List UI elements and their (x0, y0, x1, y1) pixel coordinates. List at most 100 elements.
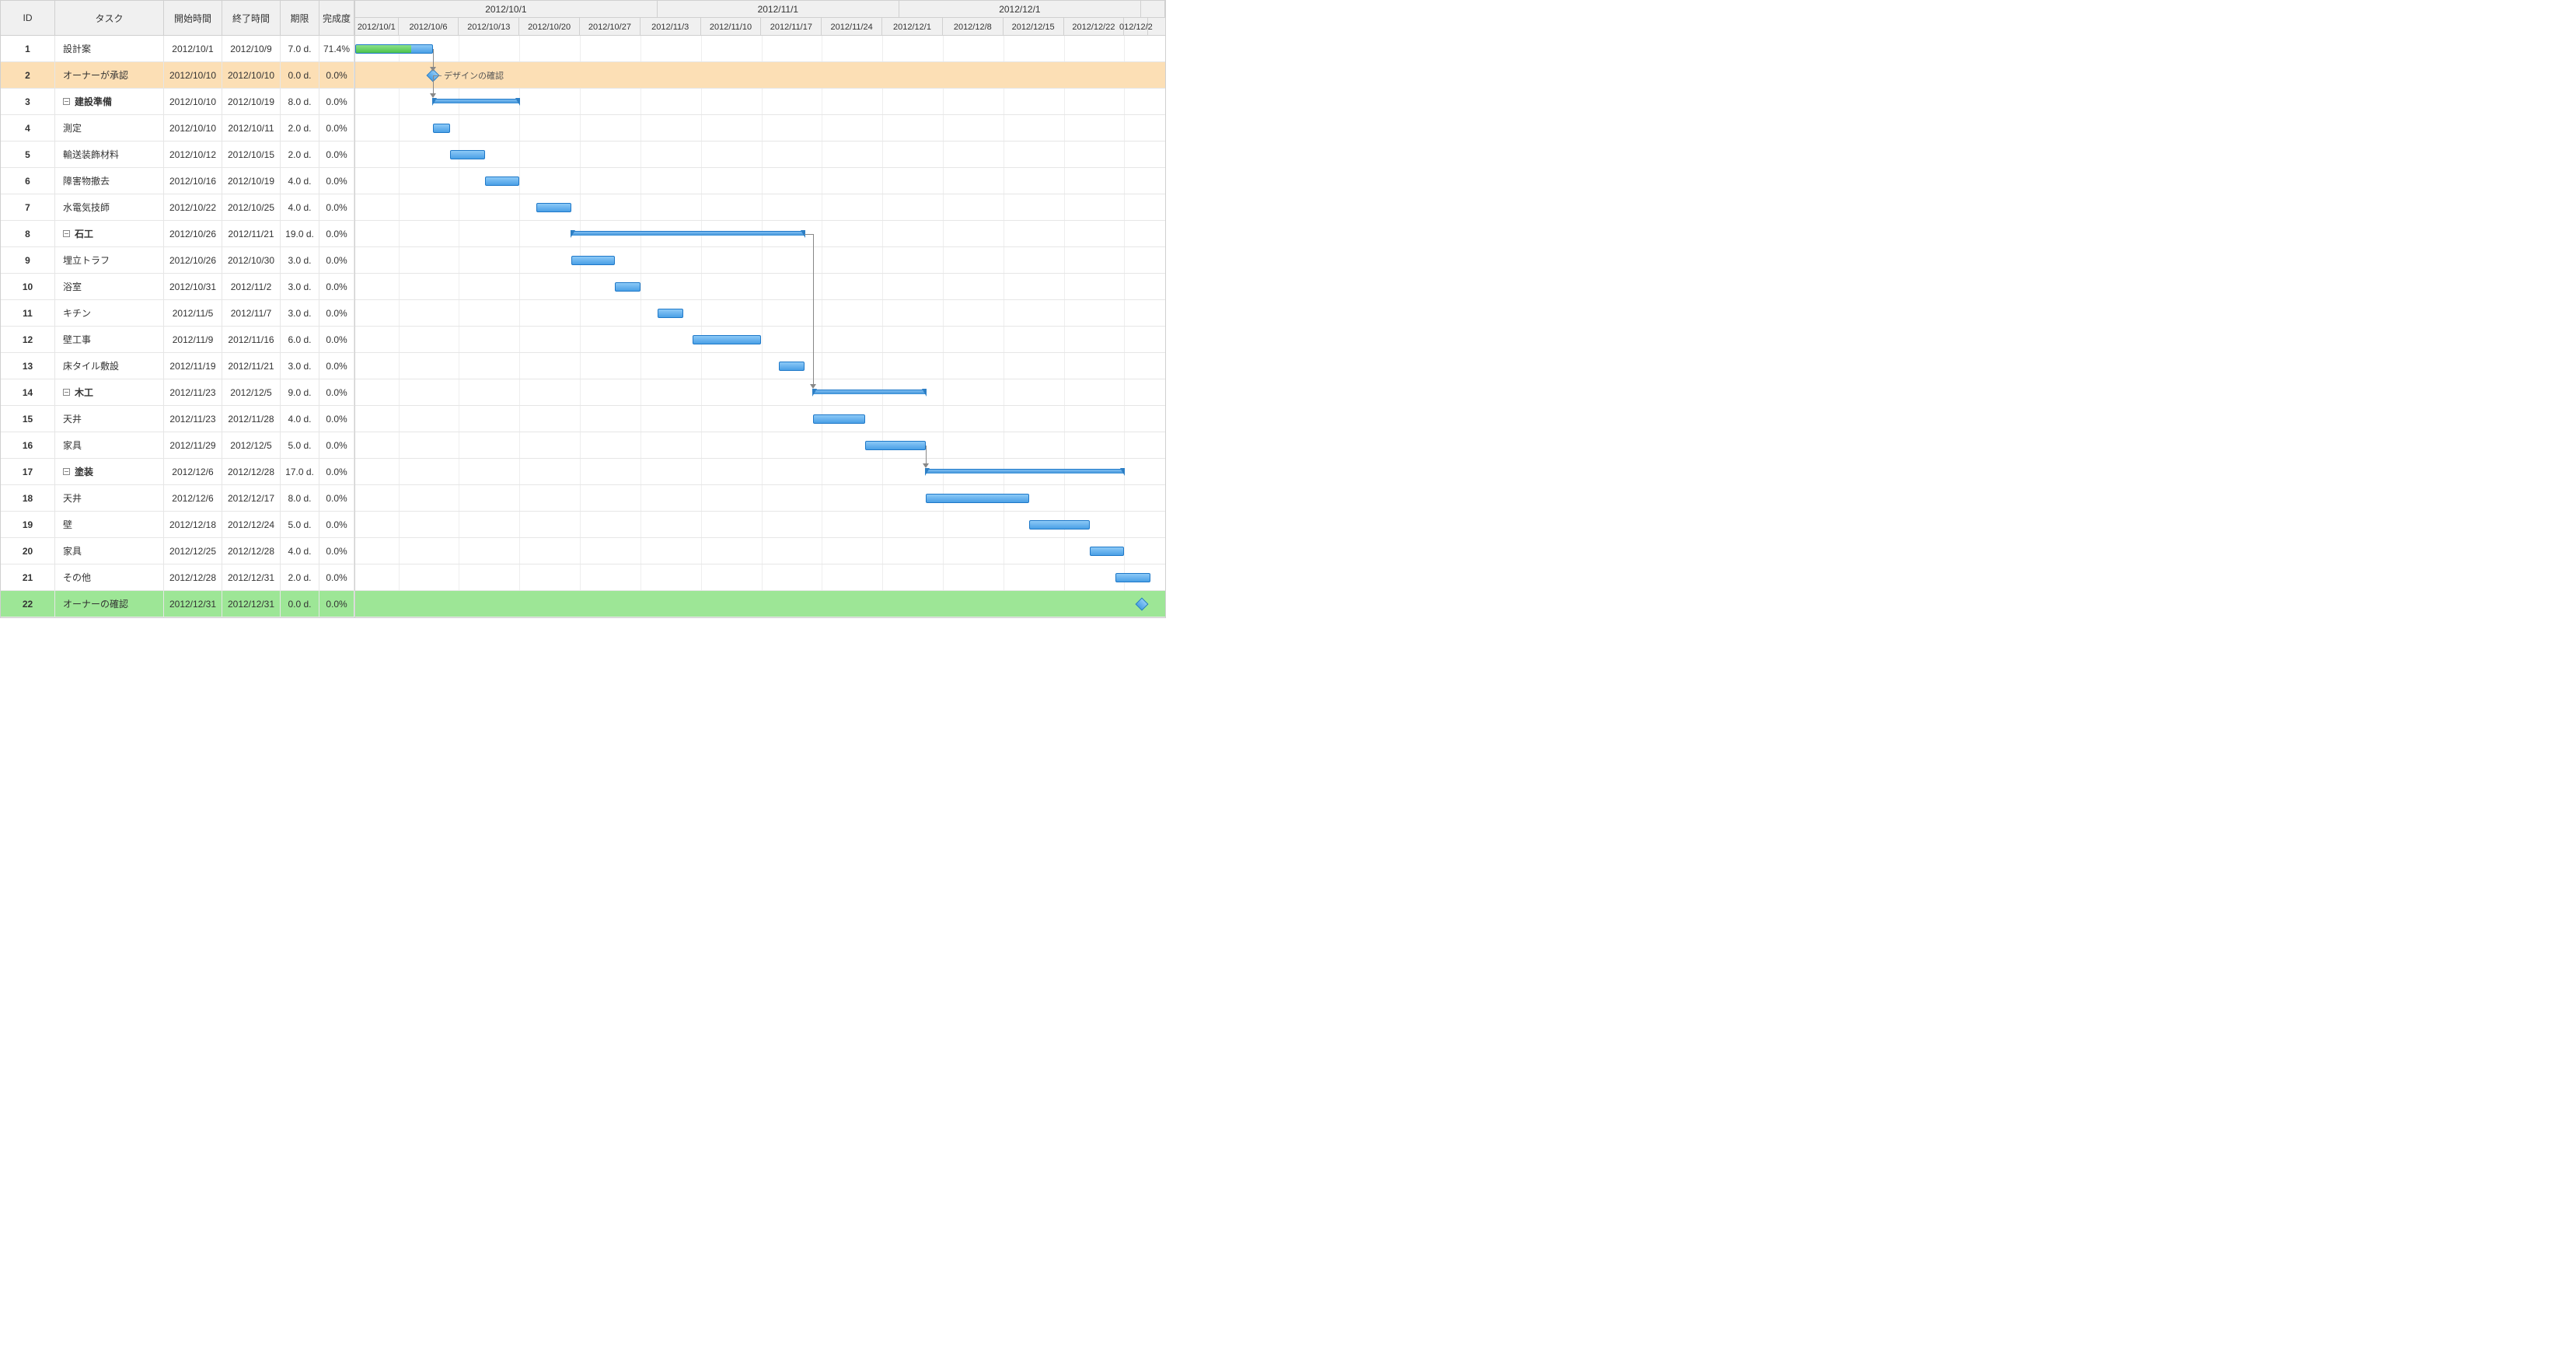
gantt-bar[interactable] (779, 362, 805, 371)
collapse-toggle-icon[interactable] (63, 98, 70, 105)
table-row[interactable]: 2オーナーが承認2012/10/102012/10/100.0 d.0.0% (1, 62, 354, 89)
cell-duration: 5.0 d. (281, 432, 319, 458)
gantt-bar[interactable] (1090, 547, 1124, 556)
col-header-task[interactable]: タスク (55, 1, 164, 36)
table-row[interactable]: 5輸送装飾材料2012/10/122012/10/152.0 d.0.0% (1, 142, 354, 168)
cell-task-label: 埋立トラフ (63, 253, 110, 267)
cell-pct: 0.0% (319, 591, 354, 617)
table-row[interactable]: 3建設準備2012/10/102012/10/198.0 d.0.0% (1, 89, 354, 115)
gantt-bar[interactable] (615, 282, 641, 292)
cell-pct: 0.0% (319, 62, 354, 88)
table-row[interactable]: 18天井2012/12/62012/12/178.0 d.0.0% (1, 485, 354, 512)
cell-duration: 5.0 d. (281, 512, 319, 537)
table-row[interactable]: 12壁工事2012/11/92012/11/166.0 d.0.0% (1, 327, 354, 353)
col-header-duration[interactable]: 期限 (281, 1, 319, 36)
gantt-bar[interactable] (450, 150, 484, 159)
table-row[interactable]: 20家具2012/12/252012/12/284.0 d.0.0% (1, 538, 354, 564)
gantt-bar[interactable] (433, 124, 450, 133)
cell-task-label: 壁 (63, 518, 72, 531)
timeline-week: 2012/12/8 (943, 18, 1004, 36)
table-row[interactable]: 15天井2012/11/232012/11/284.0 d.0.0% (1, 406, 354, 432)
cell-id: 5 (1, 142, 55, 167)
table-row[interactable]: 10浴室2012/10/312012/11/23.0 d.0.0% (1, 274, 354, 300)
cell-duration: 4.0 d. (281, 538, 319, 564)
table-row[interactable]: 8石工2012/10/262012/11/2119.0 d.0.0% (1, 221, 354, 247)
chart-row (355, 194, 1165, 221)
cell-task: 水電気技師 (55, 194, 164, 220)
cell-task-label: 輸送装飾材料 (63, 148, 119, 161)
gantt-bar[interactable] (865, 441, 926, 450)
table-row[interactable]: 6障害物撤去2012/10/162012/10/194.0 d.0.0% (1, 168, 354, 194)
gantt-summary-bar[interactable] (926, 469, 1125, 474)
collapse-toggle-icon[interactable] (63, 389, 70, 396)
cell-end: 2012/12/17 (222, 485, 281, 511)
gantt-bar[interactable] (536, 203, 571, 212)
chart-row (355, 512, 1165, 538)
col-header-end[interactable]: 終了時間 (222, 1, 281, 36)
chart-row (355, 300, 1165, 327)
cell-id: 14 (1, 379, 55, 405)
table-row[interactable]: 14木工2012/11/232012/12/59.0 d.0.0% (1, 379, 354, 406)
cell-end: 2012/10/25 (222, 194, 281, 220)
chart-pane[interactable]: 2012/10/12012/11/12012/12/1 2012/10/1201… (355, 1, 1165, 617)
gantt-bar[interactable] (1029, 520, 1090, 529)
cell-start: 2012/10/12 (164, 142, 222, 167)
dependency-line (433, 49, 434, 67)
cell-task-label: 障害物撤去 (63, 174, 110, 187)
gantt-bar[interactable] (813, 414, 865, 424)
table-row[interactable]: 21その他2012/12/282012/12/312.0 d.0.0% (1, 564, 354, 591)
gantt-summary-bar[interactable] (813, 390, 926, 394)
cell-task-label: オーナーの確認 (63, 597, 128, 610)
cell-pct: 0.0% (319, 247, 354, 273)
table-row[interactable]: 17塗装2012/12/62012/12/2817.0 d.0.0% (1, 459, 354, 485)
gantt-bar[interactable] (658, 309, 683, 318)
cell-id: 16 (1, 432, 55, 458)
table-row[interactable]: 22オーナーの確認2012/12/312012/12/310.0 d.0.0% (1, 591, 354, 617)
col-header-completion[interactable]: 完成度 (319, 1, 354, 36)
cell-end: 2012/12/5 (222, 432, 281, 458)
table-row[interactable]: 4測定2012/10/102012/10/112.0 d.0.0% (1, 115, 354, 142)
chart-row (355, 115, 1165, 142)
gantt-bar[interactable] (485, 176, 519, 186)
gantt-summary-bar[interactable] (433, 99, 519, 103)
cell-start: 2012/10/10 (164, 115, 222, 141)
timeline-week: 2012/11/3 (641, 18, 701, 36)
cell-duration: 17.0 d. (281, 459, 319, 484)
gantt-bar[interactable] (693, 335, 762, 344)
cell-duration: 4.0 d. (281, 168, 319, 194)
table-row[interactable]: 1設計案2012/10/12012/10/97.0 d.71.4% (1, 36, 354, 62)
cell-end: 2012/12/31 (222, 564, 281, 590)
table-row[interactable]: 19壁2012/12/182012/12/245.0 d.0.0% (1, 512, 354, 538)
cell-pct: 0.0% (319, 564, 354, 590)
table-row[interactable]: 7水電気技師2012/10/222012/10/254.0 d.0.0% (1, 194, 354, 221)
gantt-bar[interactable] (1115, 573, 1150, 582)
gantt-milestone[interactable] (1135, 598, 1148, 611)
cell-pct: 0.0% (319, 274, 354, 299)
cell-duration: 7.0 d. (281, 36, 319, 61)
cell-end: 2012/11/7 (222, 300, 281, 326)
cell-id: 8 (1, 221, 55, 246)
dependency-arrow-icon (923, 463, 929, 468)
cell-task: 床タイル敷設 (55, 353, 164, 379)
dependency-line (926, 446, 927, 463)
collapse-toggle-icon[interactable] (63, 468, 70, 475)
timeline-week: 2012/12/15 (1004, 18, 1064, 36)
cell-start: 2012/11/29 (164, 432, 222, 458)
cell-start: 2012/12/28 (164, 564, 222, 590)
timeline-header: 2012/10/12012/11/12012/12/1 2012/10/1201… (355, 1, 1165, 36)
table-row[interactable]: 16家具2012/11/292012/12/55.0 d.0.0% (1, 432, 354, 459)
cell-id: 20 (1, 538, 55, 564)
table-row[interactable]: 9埋立トラフ2012/10/262012/10/303.0 d.0.0% (1, 247, 354, 274)
table-row[interactable]: 13床タイル敷設2012/11/192012/11/213.0 d.0.0% (1, 353, 354, 379)
cell-start: 2012/11/5 (164, 300, 222, 326)
gantt-summary-bar[interactable] (571, 231, 805, 236)
cell-duration: 2.0 d. (281, 142, 319, 167)
col-header-id[interactable]: ID (1, 1, 55, 36)
timeline-week: 2012/10/1 (355, 18, 399, 36)
cell-end: 2012/11/21 (222, 353, 281, 379)
gantt-bar[interactable] (926, 494, 1029, 503)
col-header-start[interactable]: 開始時間 (164, 1, 222, 36)
table-row[interactable]: 11キチン2012/11/52012/11/73.0 d.0.0% (1, 300, 354, 327)
gantt-bar[interactable] (571, 256, 615, 265)
collapse-toggle-icon[interactable] (63, 230, 70, 237)
